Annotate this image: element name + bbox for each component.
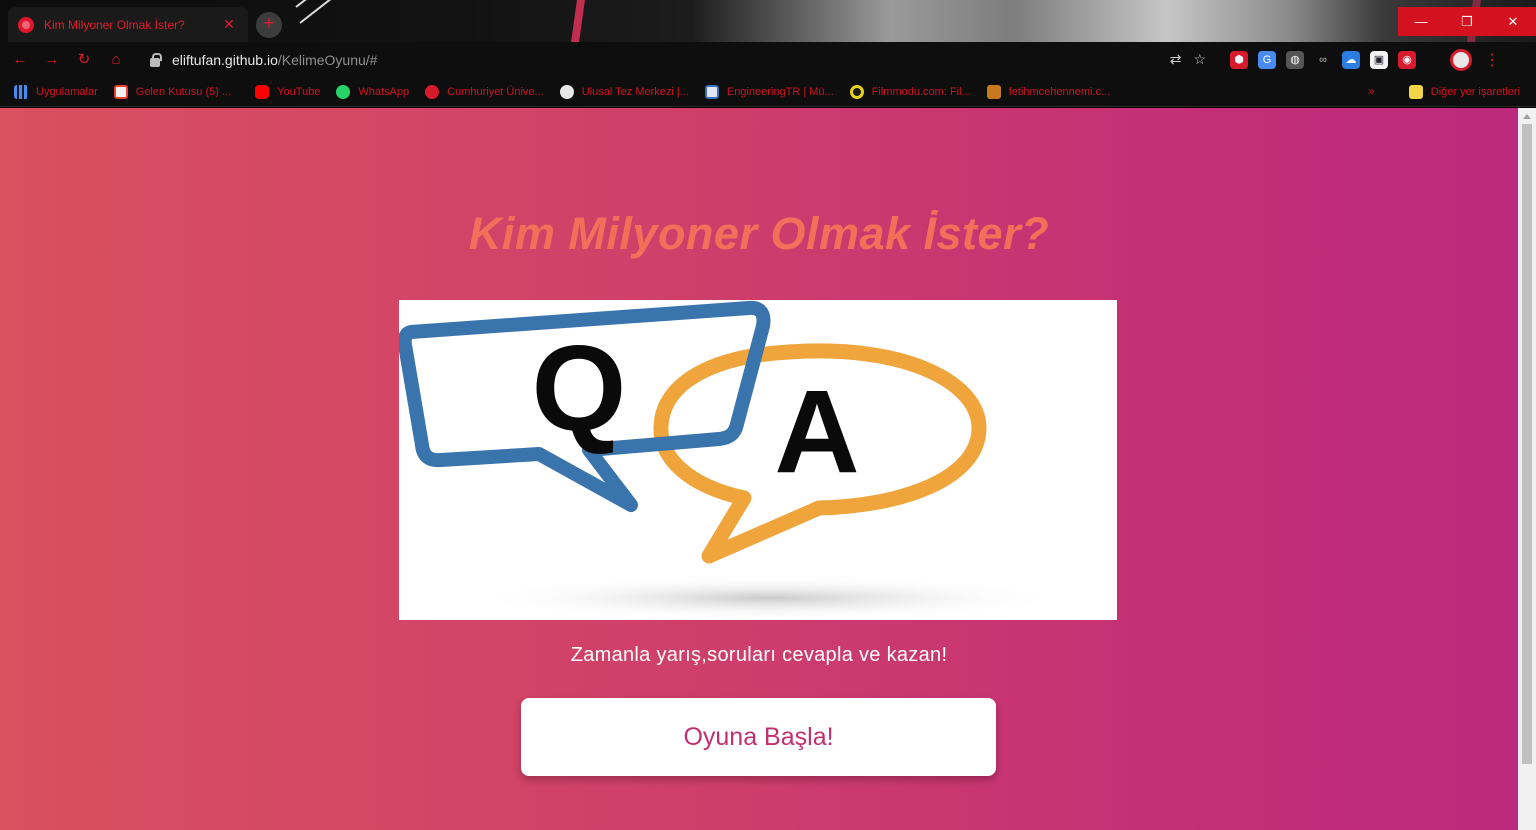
bookmark-star-icon[interactable]: ☆ xyxy=(1193,51,1206,68)
whatsapp-icon xyxy=(336,84,351,99)
tab-title: Kim Milyoner Olmak İster? xyxy=(44,17,185,32)
browser-menu-icon[interactable]: ⋮ xyxy=(1482,50,1502,70)
back-button[interactable]: ← xyxy=(4,46,36,74)
other-bookmarks[interactable]: Diğer yer işaretleri xyxy=(1408,85,1520,99)
qa-image: Q A xyxy=(399,300,1117,620)
decorative-streak xyxy=(571,0,585,42)
url-host: eliftufan.github.io xyxy=(172,52,278,68)
tab-strip: Kim Milyoner Olmak İster? ✕ + — ❐ ✕ xyxy=(0,0,1536,42)
page-subtitle: Zamanla yarış,soruları cevapla ve kazan! xyxy=(570,644,948,666)
extension-translate-icon[interactable]: G xyxy=(1258,51,1276,69)
extension-infinity-icon[interactable]: ∞ xyxy=(1314,51,1332,69)
extension-lightbulb-icon[interactable]: ◍ xyxy=(1286,51,1304,69)
address-bar[interactable]: eliftufan.github.io/KelimeOyunu/# ⇄ ☆ xyxy=(140,46,1220,74)
bookmark-apps[interactable]: Uygulamalar xyxy=(14,84,98,99)
url-path: /KelimeOyunu/# xyxy=(277,52,378,68)
restore-button[interactable]: ❐ xyxy=(1444,7,1490,36)
film-icon xyxy=(849,84,864,99)
extension-sync-icon[interactable]: ◉ xyxy=(1398,51,1416,69)
site-icon xyxy=(986,84,1001,99)
web-page: Kim Milyoner Olmak İster? Q A Zamanla ya… xyxy=(0,108,1518,830)
engineering-icon xyxy=(704,84,719,99)
bookmarks-overflow-icon[interactable]: » xyxy=(1368,84,1375,98)
letter-q: Q xyxy=(532,320,627,456)
translate-icon[interactable]: ⇄ xyxy=(1170,51,1182,68)
extensions-bar: ⬢ G ◍ ∞ ☁ ▣ ◉ ⋮ xyxy=(1230,49,1502,71)
page-title: Kim Milyoner Olmak İster? xyxy=(468,208,1050,259)
extension-cloud-icon[interactable]: ☁ xyxy=(1342,51,1360,69)
decorative-slash xyxy=(299,0,337,24)
new-tab-button[interactable]: + xyxy=(256,12,282,38)
bookmark-university[interactable]: Cumhuriyet Ünive... xyxy=(425,84,544,99)
bookmark-site[interactable]: fetihmcehennemi.c... xyxy=(986,84,1110,99)
window-controls: — ❐ ✕ xyxy=(1398,7,1536,36)
youtube-icon xyxy=(255,84,270,99)
qa-speech-bubbles-icon: Q A xyxy=(399,300,1069,620)
reload-button[interactable]: ↻ xyxy=(68,46,100,74)
minimize-button[interactable]: — xyxy=(1398,7,1444,36)
bookmark-thesis[interactable]: Ulusal Tez Merkezi |... xyxy=(559,84,689,99)
gmail-icon xyxy=(113,84,128,99)
forward-button[interactable]: → xyxy=(36,46,68,74)
active-tab[interactable]: Kim Milyoner Olmak İster? ✕ xyxy=(8,7,248,42)
extension-screen-icon[interactable]: ▣ xyxy=(1370,51,1388,69)
browser-toolbar: ← → ↻ ⌂ eliftufan.github.io/KelimeOyunu/… xyxy=(0,42,1536,77)
bookmark-gmail[interactable]: Gelen Kutusu (5) ... xyxy=(113,84,231,99)
thesis-icon xyxy=(559,84,574,99)
close-window-button[interactable]: ✕ xyxy=(1490,7,1536,36)
home-button[interactable]: ⌂ xyxy=(100,46,132,74)
bookmark-youtube[interactable]: YouTube xyxy=(255,84,320,99)
scrollbar-thumb[interactable] xyxy=(1522,124,1532,764)
letter-a: A xyxy=(774,366,859,498)
bookmark-engineering[interactable]: EngineeringTR | Mü... xyxy=(704,84,834,99)
lock-icon xyxy=(150,52,162,67)
browser-window: Kim Milyoner Olmak İster? ✕ + — ❐ ✕ ← → … xyxy=(0,0,1536,830)
extension-adblock-icon[interactable]: ⬢ xyxy=(1230,51,1248,69)
apps-grid-icon xyxy=(14,84,28,99)
start-game-button[interactable]: Oyuna Başla! xyxy=(521,698,996,776)
scroll-up-arrow-icon[interactable] xyxy=(1523,114,1531,119)
bookmark-whatsapp[interactable]: WhatsApp xyxy=(336,84,409,99)
university-icon xyxy=(425,84,440,99)
bookmark-film[interactable]: Filmmodu.com: Fil... xyxy=(849,84,971,99)
profile-avatar[interactable] xyxy=(1450,49,1472,71)
folder-icon xyxy=(1408,85,1423,99)
page-scrollbar[interactable] xyxy=(1518,108,1536,830)
tab-close-icon[interactable]: ✕ xyxy=(220,16,238,33)
site-favicon-icon xyxy=(18,16,34,33)
bookmarks-bar: Uygulamalar Gelen Kutusu (5) ... YouTube… xyxy=(0,77,1536,107)
